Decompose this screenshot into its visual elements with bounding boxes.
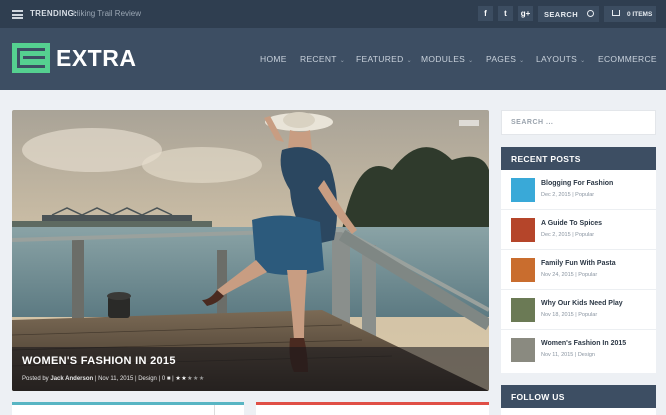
trending-label: TRENDING: xyxy=(30,9,78,18)
post-title[interactable]: Blogging For Fashion xyxy=(541,180,613,187)
hero-title[interactable]: WOMEN'S FASHION IN 2015 xyxy=(22,355,176,367)
recent-posts-header: RECENT POSTS xyxy=(501,147,656,170)
post-title[interactable]: Family Fun With Pasta xyxy=(541,260,616,267)
follow-us-body xyxy=(501,408,656,415)
nav-recent[interactable]: RECENT ⌄ xyxy=(300,54,345,64)
chevron-down-icon: ⌄ xyxy=(519,58,525,64)
post-meta: Nov 24, 2015 | Popular xyxy=(541,272,598,278)
hero-date: Nov 11, 2015 xyxy=(98,376,134,382)
post-title[interactable]: Women's Fashion In 2015 xyxy=(541,340,626,347)
logo-text[interactable]: EXTRA xyxy=(56,45,136,72)
hero-meta: Posted by Jack Anderson | Nov 11, 2015 |… xyxy=(22,376,205,382)
post-meta: Nov 18, 2015 | Popular xyxy=(541,312,598,318)
post-thumbnail[interactable] xyxy=(511,178,535,202)
hero-author[interactable]: Jack Anderson xyxy=(50,376,93,382)
post-thumbnail[interactable] xyxy=(511,258,535,282)
nav-featured[interactable]: FEATURED ⌄ xyxy=(356,54,412,64)
twitter-icon[interactable]: t xyxy=(498,6,513,21)
search-icon[interactable] xyxy=(587,10,594,17)
hero-caption: WOMEN'S FASHION IN 2015 Posted by Jack A… xyxy=(12,347,489,391)
list-item[interactable]: Family Fun With Pasta Nov 24, 2015 | Pop… xyxy=(501,250,656,290)
content-module-1 xyxy=(12,402,244,415)
hamburger-menu-icon[interactable] xyxy=(12,10,23,19)
list-item[interactable]: Women's Fashion In 2015 Nov 11, 2015 | D… xyxy=(501,330,656,370)
facebook-icon[interactable]: f xyxy=(478,6,493,21)
recent-posts-widget: RECENT POSTS Blogging For Fashion Dec 2,… xyxy=(501,147,656,373)
google-plus-icon[interactable]: g+ xyxy=(518,6,533,21)
post-title[interactable]: Why Our Kids Need Play xyxy=(541,300,623,307)
post-thumbnail[interactable] xyxy=(511,298,535,322)
posted-by-label: Posted by xyxy=(22,376,49,382)
nav-modules[interactable]: MODULES ⌄ xyxy=(421,54,473,64)
list-item[interactable]: A Guide To Spices Dec 2, 2015 | Popular xyxy=(501,210,656,250)
trending-link[interactable]: Hiking Trail Review xyxy=(73,9,141,18)
chevron-down-icon: ⌄ xyxy=(468,58,474,64)
follow-us-header: FOLLOW US xyxy=(501,385,656,408)
content-module-2 xyxy=(256,402,489,415)
cart-icon xyxy=(612,10,620,16)
follow-us-title: FOLLOW US xyxy=(511,392,565,402)
cart-button[interactable]: 0 ITEMS xyxy=(604,6,656,22)
hero-comment-count[interactable]: 0 xyxy=(162,376,165,382)
chevron-down-icon: ⌄ xyxy=(406,58,412,64)
module-tab[interactable] xyxy=(214,405,244,415)
list-item[interactable]: Why Our Kids Need Play Nov 18, 2015 | Po… xyxy=(501,290,656,330)
post-meta: Nov 11, 2015 | Design xyxy=(541,352,595,358)
nav-home[interactable]: HOME xyxy=(260,54,287,64)
rating-stars: ★★★★★ xyxy=(175,376,205,382)
sidebar-search-placeholder: SEARCH ... xyxy=(511,119,554,126)
recent-posts-title: RECENT POSTS xyxy=(511,154,581,164)
sidebar-search-input[interactable]: SEARCH ... xyxy=(501,110,656,135)
top-search-label: SEARCH xyxy=(544,10,579,19)
top-bar: TRENDING: Hiking Trail Review f t g+ SEA… xyxy=(0,0,666,28)
nav-layouts[interactable]: LAYOUTS ⌄ xyxy=(536,54,585,64)
post-thumbnail[interactable] xyxy=(511,338,535,362)
cart-count: 0 ITEMS xyxy=(627,11,653,18)
post-meta: Dec 2, 2015 | Popular xyxy=(541,192,595,198)
nav-ecommerce[interactable]: ECOMMERCE xyxy=(598,54,657,64)
logo-icon[interactable] xyxy=(12,43,50,73)
post-title[interactable]: A Guide To Spices xyxy=(541,220,602,227)
hero-image-badge xyxy=(459,120,479,126)
hero-category[interactable]: Design xyxy=(138,376,157,382)
comment-icon: ■ xyxy=(166,376,171,382)
chevron-down-icon: ⌄ xyxy=(339,58,346,64)
top-search-box[interactable]: SEARCH xyxy=(538,6,599,22)
post-meta: Dec 2, 2015 | Popular xyxy=(541,232,595,238)
post-thumbnail[interactable] xyxy=(511,218,535,242)
nav-pages[interactable]: PAGES ⌄ xyxy=(486,54,525,64)
featured-post-hero[interactable]: WOMEN'S FASHION IN 2015 Posted by Jack A… xyxy=(12,110,489,391)
list-item[interactable]: Blogging For Fashion Dec 2, 2015 | Popul… xyxy=(501,170,656,210)
chevron-down-icon: ⌄ xyxy=(580,58,586,64)
